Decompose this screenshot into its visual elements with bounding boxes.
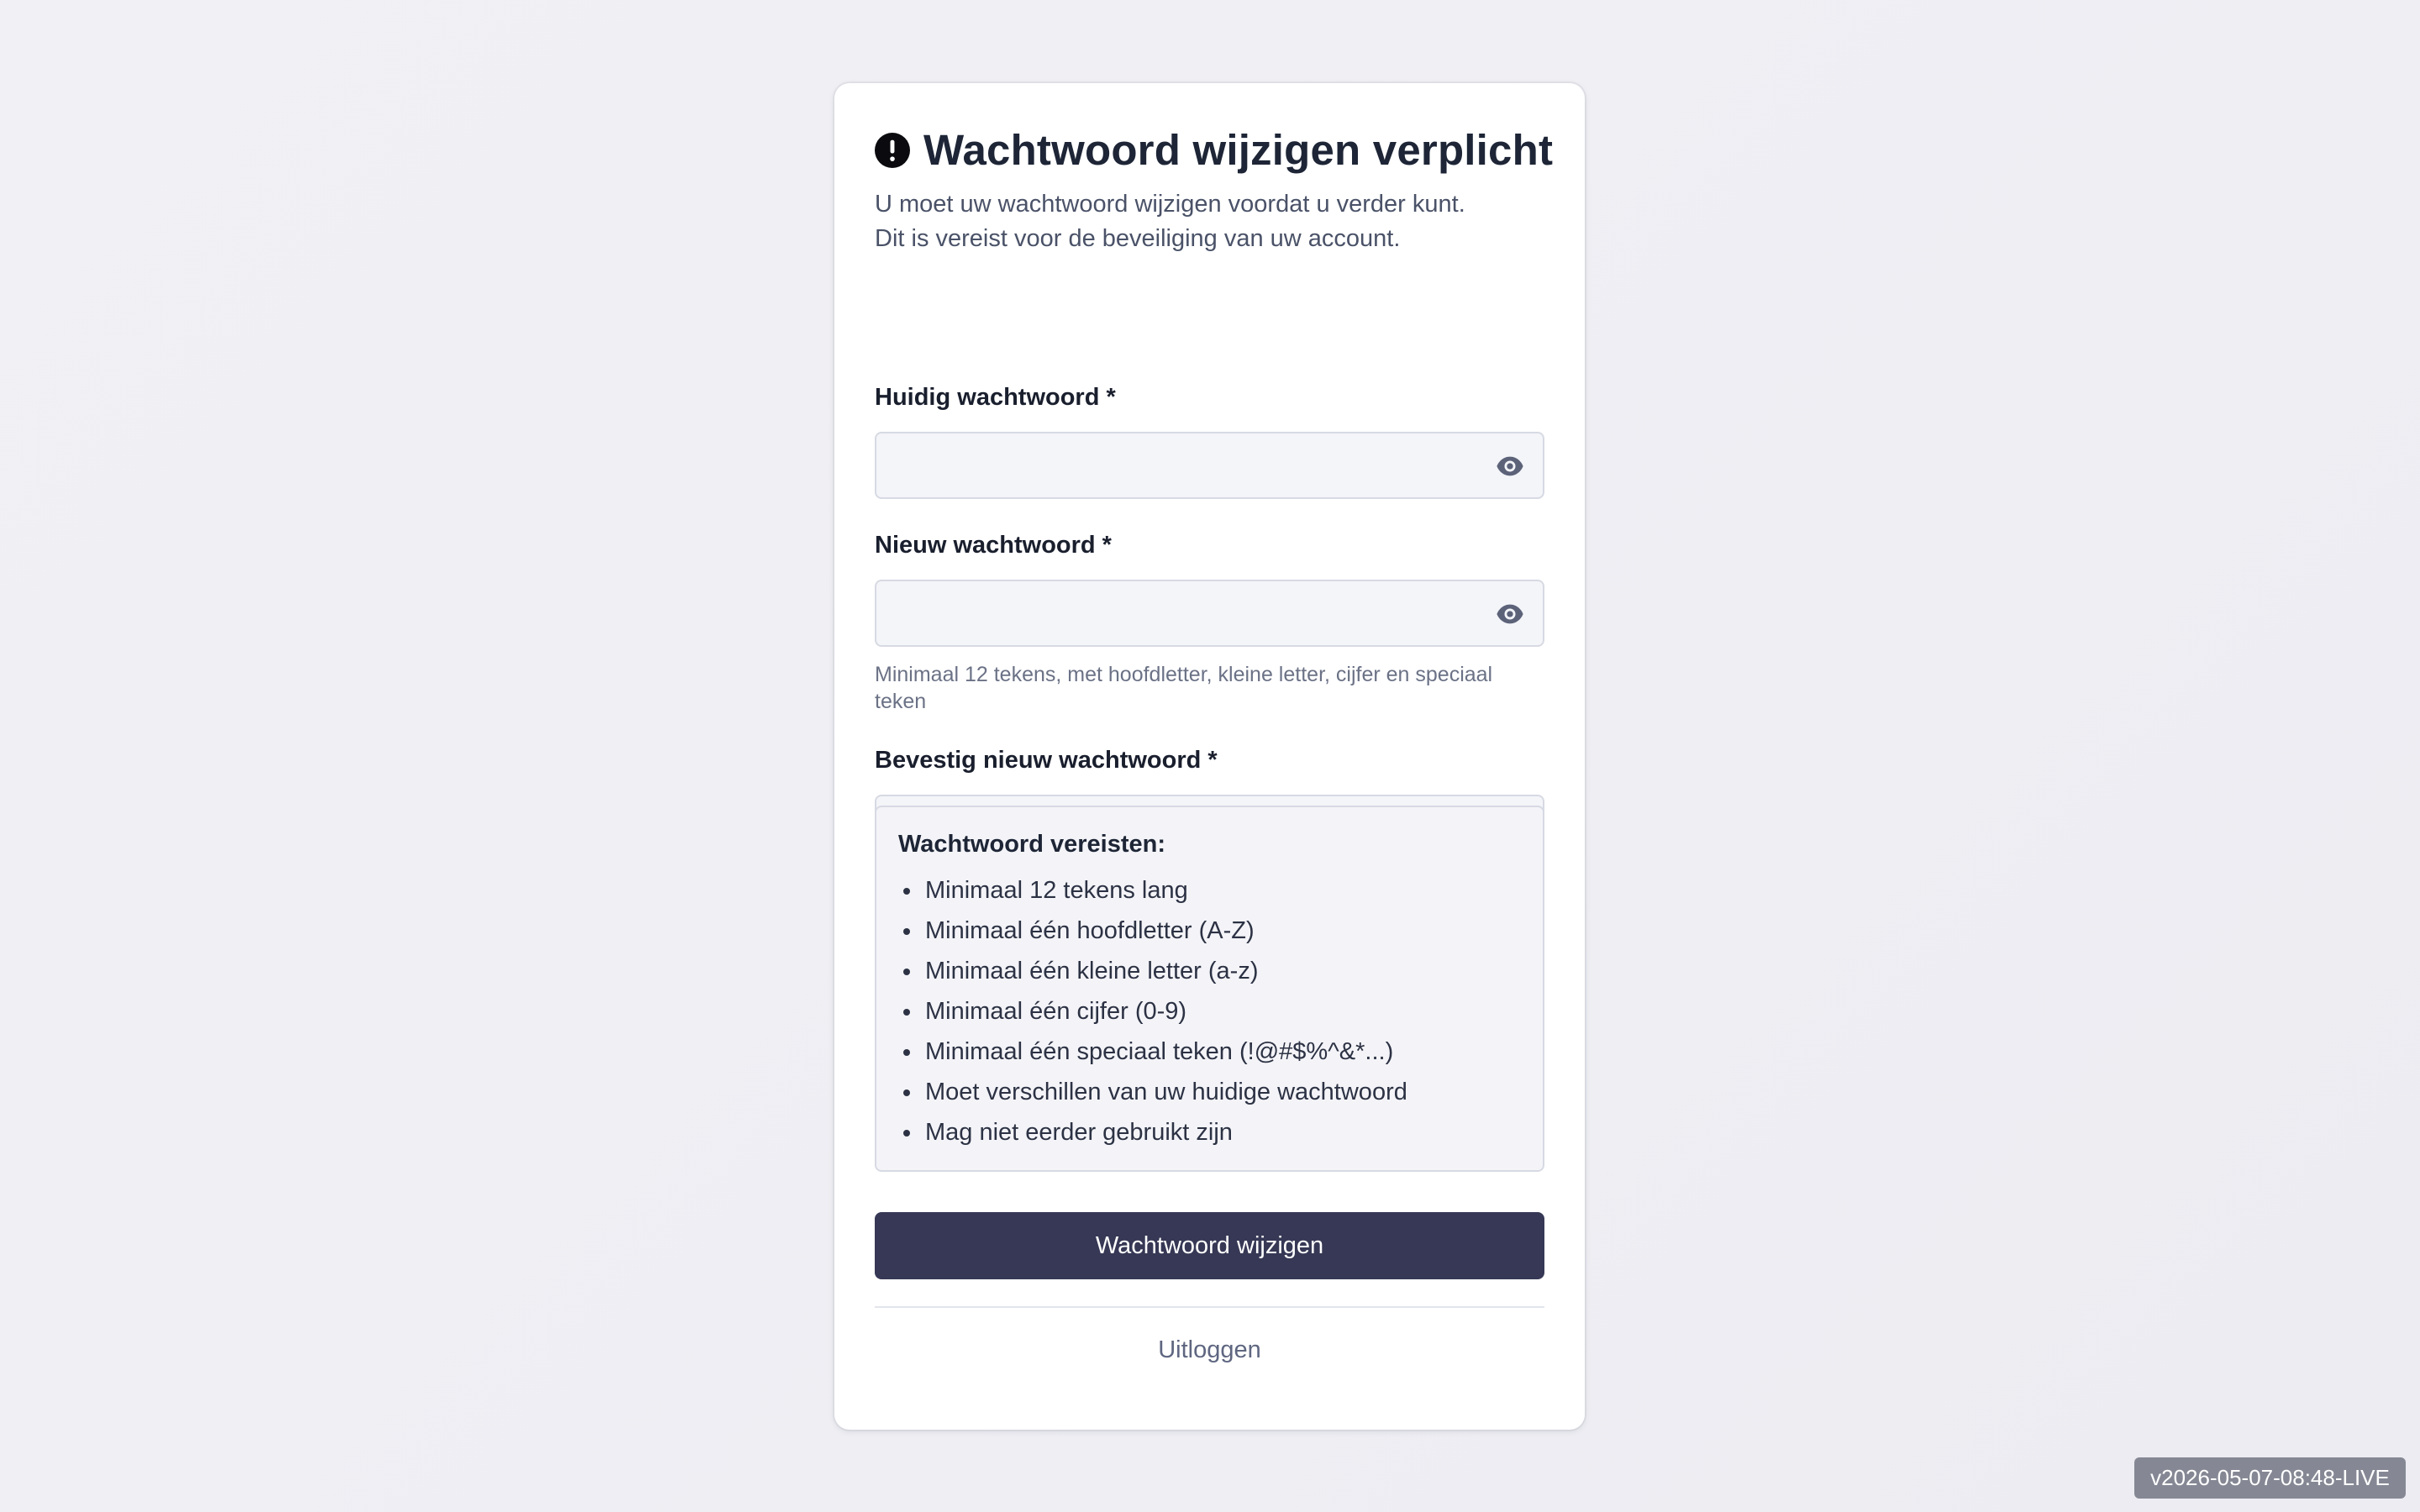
requirement-item: Minimaal 12 tekens lang [898, 870, 1521, 911]
requirement-item: Minimaal één speciaal teken (!@#$%^&*...… [898, 1032, 1521, 1072]
current-password-label: Huidig wachtwoord * [875, 384, 1116, 411]
subtitle-line-1: U moet uw wachtwoord wijzigen voordat u … [875, 191, 1465, 218]
title-row: Wachtwoord wijzigen verplicht [875, 125, 1553, 175]
new-password-input[interactable] [876, 581, 1543, 645]
new-password-field-wrap [875, 580, 1544, 647]
requirement-item: Mag niet eerder gebruikt zijn [898, 1112, 1521, 1152]
requirement-item: Moet verschillen van uw huidige wachtwoo… [898, 1072, 1521, 1112]
change-password-button[interactable]: Wachtwoord wijzigen [875, 1212, 1544, 1279]
requirement-item: Minimaal één cijfer (0-9) [898, 991, 1521, 1032]
current-password-input[interactable] [876, 433, 1543, 497]
alert-circle-icon [875, 132, 910, 168]
eye-icon[interactable] [1496, 454, 1524, 479]
version-badge: v2026-05-07-08:48-LIVE [2134, 1457, 2406, 1499]
password-change-card: Wachtwoord wijzigen verplicht U moet uw … [834, 83, 1585, 1430]
confirm-password-label: Bevestig nieuw wachtwoord * [875, 747, 1218, 774]
requirement-item: Minimaal één hoofdletter (A-Z) [898, 911, 1521, 951]
requirements-list: Minimaal 12 tekens lang Minimaal één hoo… [898, 870, 1521, 1152]
current-password-field-wrap [875, 432, 1544, 499]
divider [875, 1306, 1544, 1308]
new-password-label: Nieuw wachtwoord * [875, 532, 1112, 559]
password-requirements-box: Wachtwoord vereisten: Minimaal 12 tekens… [875, 806, 1544, 1172]
logout-link[interactable]: Uitloggen [875, 1336, 1544, 1364]
page-subtitle: U moet uw wachtwoord wijzigen voordat u … [875, 187, 1564, 256]
page-title: Wachtwoord wijzigen verplicht [923, 126, 1554, 174]
eye-icon[interactable] [1496, 601, 1524, 627]
requirement-item: Minimaal één kleine letter (a-z) [898, 951, 1521, 991]
new-password-hint: Minimaal 12 tekens, met hoofdletter, kle… [875, 663, 1493, 713]
requirements-title: Wachtwoord vereisten: [898, 831, 1165, 858]
subtitle-line-2: Dit is vereist voor de beveiliging van u… [875, 225, 1401, 252]
